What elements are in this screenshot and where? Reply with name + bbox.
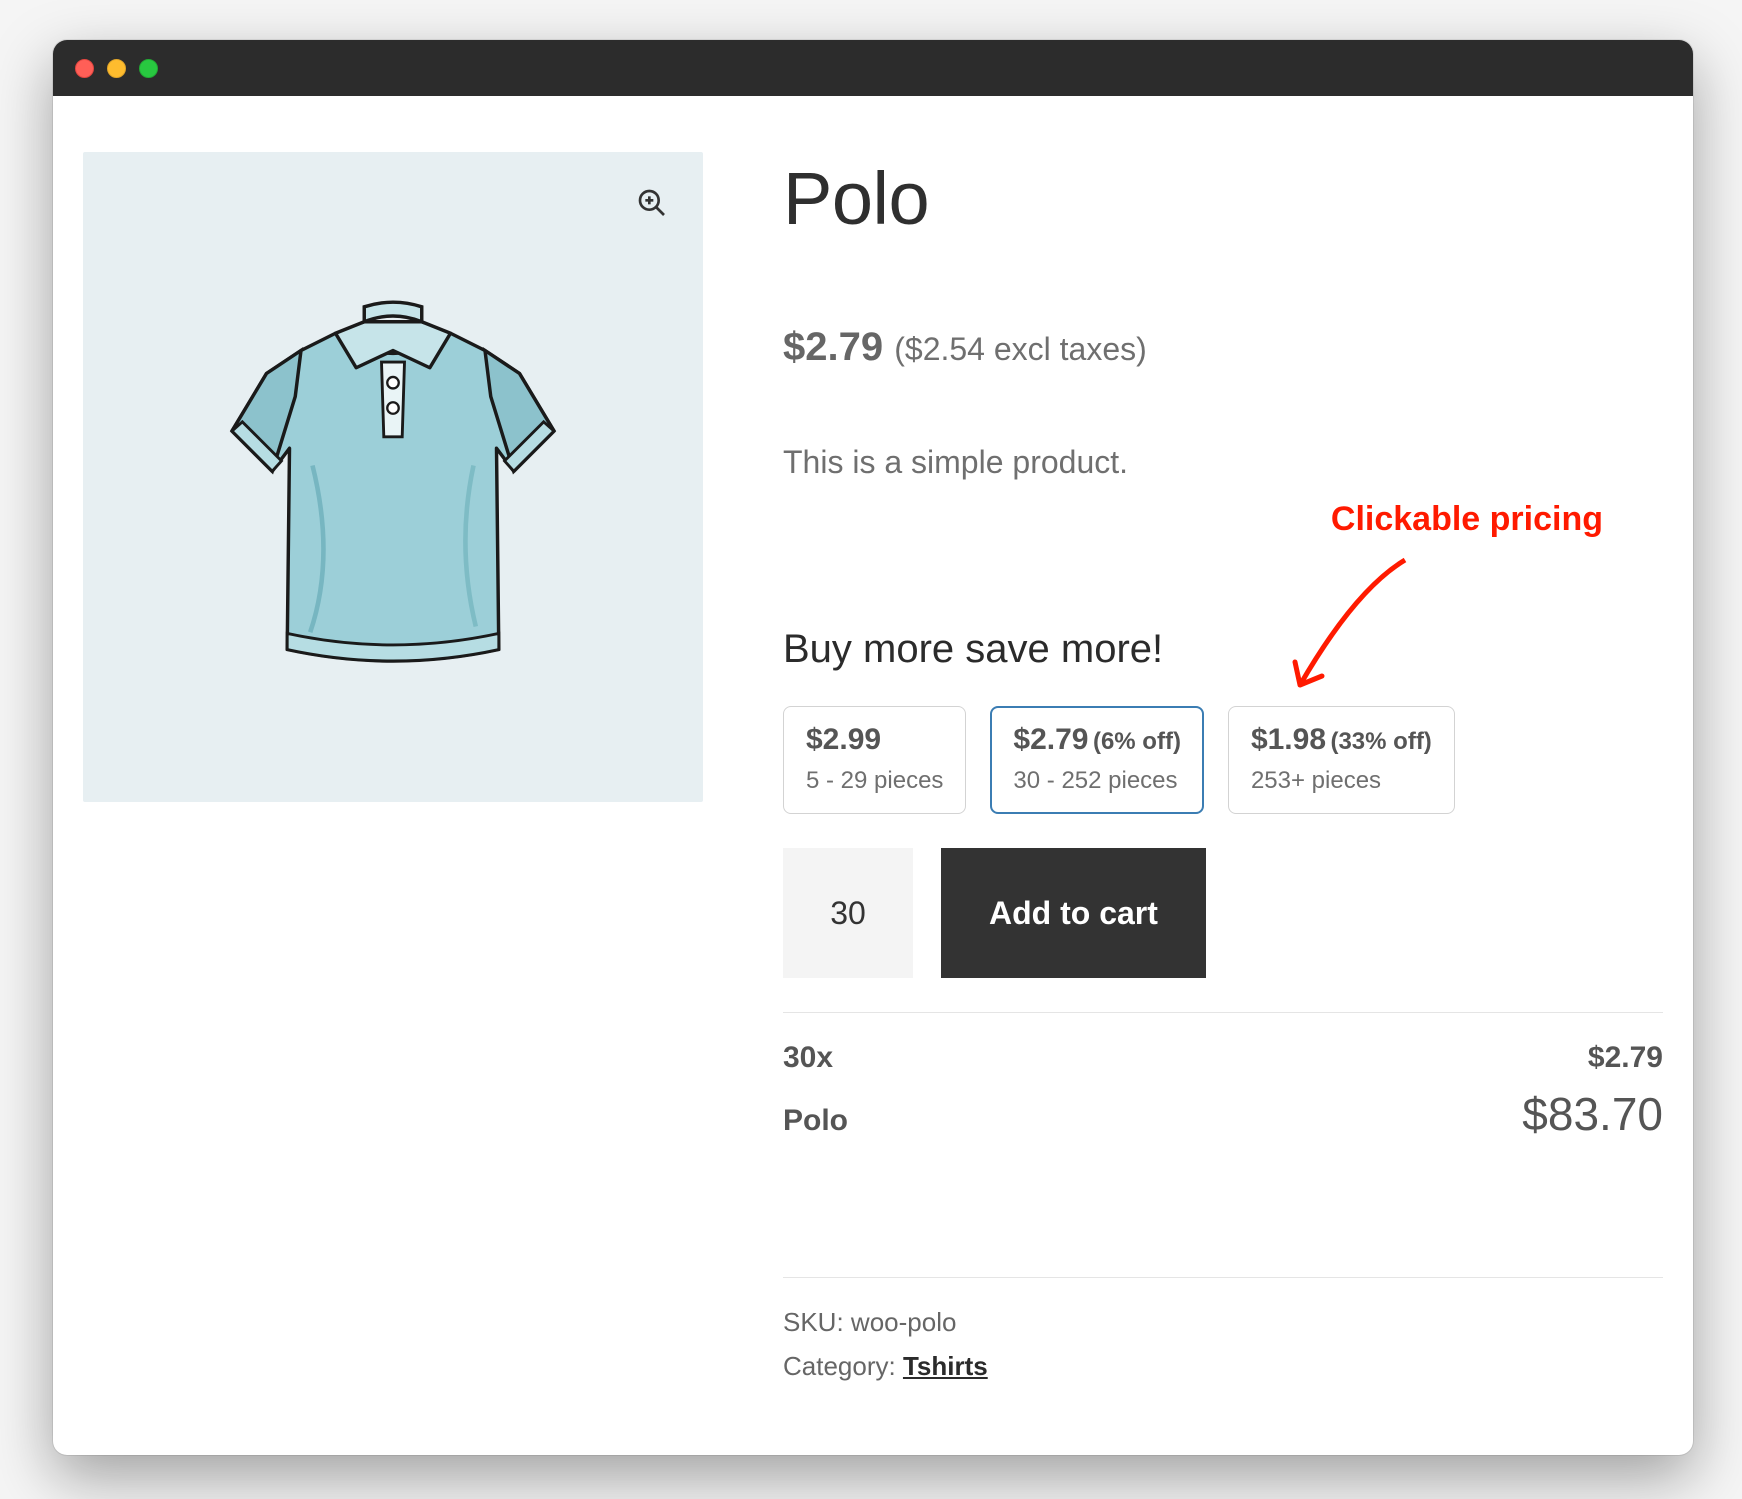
price-main: $2.79 [783,325,883,369]
tier-price: $2.79 [1013,723,1088,756]
product-gallery [83,152,703,1388]
tier-range: 5 - 29 pieces [806,767,943,795]
product-meta: SKU: woo-polo Category: Tshirts [783,1277,1663,1388]
pricing-tier-group: $2.99 5 - 29 pieces $2.79 (6% off) 30 - … [783,706,1663,814]
sku-label: SKU: [783,1307,851,1337]
polo-illustration [163,247,623,707]
sku-value: woo-polo [851,1307,957,1337]
pricing-tier-1[interactable]: $2.99 5 - 29 pieces [783,706,966,814]
tier-price: $2.99 [806,723,881,756]
summary-product-name: Polo [783,1104,848,1138]
summary-unit-price: $2.79 [1588,1041,1663,1075]
tier-heading: Buy more save more! [783,627,1663,672]
pricing-tier-2[interactable]: $2.79 (6% off) 30 - 252 pieces [990,706,1204,814]
add-to-cart-row: Add to cart [783,848,1663,978]
product-title: Polo [783,156,1663,241]
tier-discount: (33% off) [1330,728,1431,755]
zoom-in-icon[interactable] [631,182,673,224]
pricing-tier-3[interactable]: $1.98 (33% off) 253+ pieces [1228,706,1455,814]
window-minimize-button[interactable] [107,59,126,78]
page-content: Polo $2.79 ($2.54 excl taxes) This is a … [53,96,1693,1418]
product-price: $2.79 ($2.54 excl taxes) [783,325,1663,370]
product-summary: Polo $2.79 ($2.54 excl taxes) This is a … [783,152,1663,1388]
category-label: Category: [783,1351,903,1381]
window-fullscreen-button[interactable] [139,59,158,78]
product-image[interactable] [83,152,703,802]
window-titlebar [53,40,1693,96]
tier-range: 30 - 252 pieces [1013,767,1181,795]
tier-price: $1.98 [1251,723,1326,756]
tier-range: 253+ pieces [1251,767,1432,795]
product-description: This is a simple product. [783,444,1663,481]
summary-total: $83.70 [1522,1087,1663,1141]
annotation-label: Clickable pricing [1331,500,1603,539]
meta-sku: SKU: woo-polo [783,1300,1663,1344]
browser-window: Polo $2.79 ($2.54 excl taxes) This is a … [53,40,1693,1455]
meta-category: Category: Tshirts [783,1344,1663,1388]
price-excl-tax: ($2.54 excl taxes) [894,331,1147,367]
category-link[interactable]: Tshirts [903,1351,988,1381]
add-to-cart-button[interactable]: Add to cart [941,848,1206,978]
quantity-input[interactable] [783,848,913,978]
window-close-button[interactable] [75,59,94,78]
summary-qty-label: 30x [783,1041,833,1075]
tier-discount: (6% off) [1093,728,1181,755]
price-summary: 30x $2.79 Polo $83.70 [783,1012,1663,1147]
